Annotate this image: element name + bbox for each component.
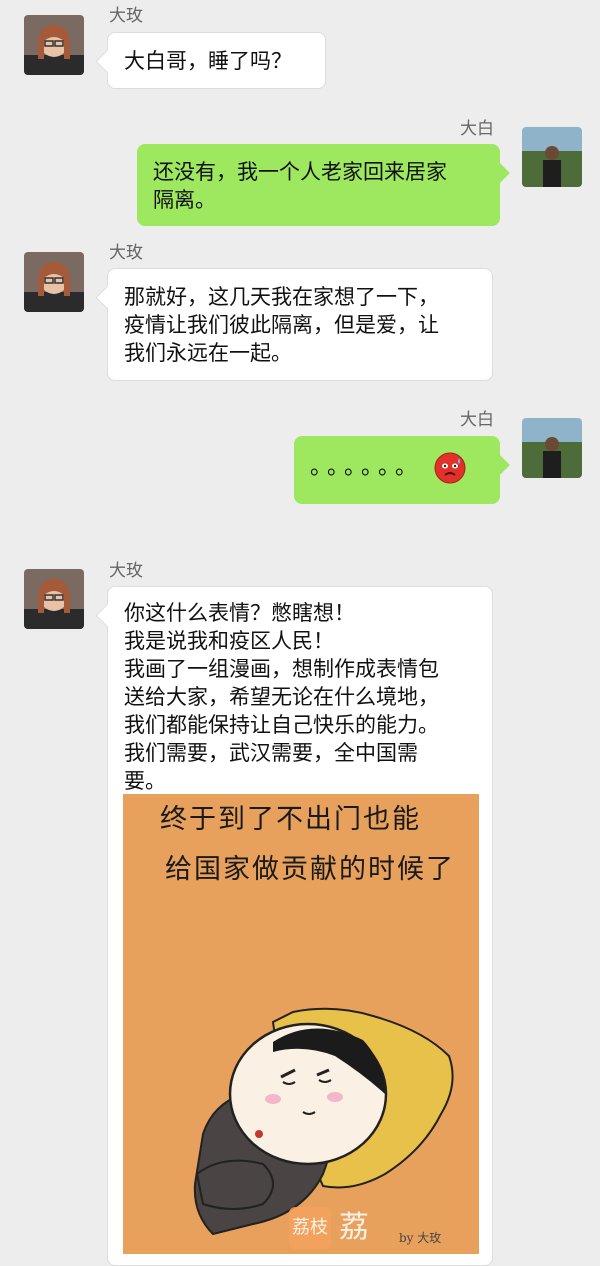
message-text: 我们需要，武汉需要，全中国需	[124, 741, 418, 765]
message-text: 我画了一组漫画，想制作成表情包	[124, 657, 439, 681]
sender-name: 大白	[460, 119, 494, 139]
message-text: 我是说我和疫区人民！	[124, 629, 334, 653]
message-bubble[interactable]: 那就好，这几天我在家想了一下， 疫情让我们彼此隔离，但是爱，让 我们永远在一起。	[107, 268, 493, 381]
sender-name: 大玫	[109, 561, 143, 581]
message-bubble[interactable]: 还没有，我一个人老家回来居家 隔离。	[137, 144, 500, 226]
watermark-badge: 荔枝	[289, 1207, 331, 1249]
message-bubble[interactable]: 。。。。。。	[294, 436, 500, 504]
message-bubble[interactable]: 大白哥，睡了吗？	[107, 32, 326, 89]
sweating-face-emoji-icon	[434, 452, 466, 484]
avatar-damei[interactable]	[24, 569, 84, 629]
sender-name: 大白	[460, 410, 494, 430]
message-text: 大白哥，睡了吗？	[124, 49, 292, 73]
sender-name: 大玫	[109, 6, 143, 26]
comic-character-illustration: by 大玫	[193, 1007, 454, 1245]
avatar-damei[interactable]	[24, 252, 84, 312]
avatar-dabai[interactable]	[522, 418, 582, 478]
message-text: 那就好，这几天我在家想了一下，	[124, 285, 439, 309]
message-text: 还没有，我一个人老家回来居家	[153, 160, 447, 184]
message-text: 隔离。	[153, 188, 216, 212]
message-text: 疫情让我们彼此隔离，但是爱，让	[124, 313, 439, 337]
watermark-text: 荔	[339, 1210, 371, 1245]
message-text: 我们都能保持让自己快乐的能力。	[124, 713, 439, 737]
message-text: 我们永远在一起。	[124, 341, 292, 365]
comic-image[interactable]: 终于到了不出门也能 给国家做贡献的时候了 by 大玫 荔枝 荔	[123, 794, 479, 1254]
avatar-dabai[interactable]	[522, 127, 582, 187]
message-text: 送给大家，希望无论在什么境地，	[124, 685, 439, 709]
sender-name: 大玫	[109, 243, 143, 263]
message-text: 。。。。。。	[310, 455, 424, 480]
message-text: 要。	[124, 769, 166, 793]
message-text: 你这什么表情？憋瞎想！	[124, 601, 355, 625]
watermark: 荔枝 荔	[289, 1202, 479, 1254]
avatar-damei[interactable]	[24, 15, 84, 75]
message-bubble[interactable]: 你这什么表情？憋瞎想！ 我是说我和疫区人民！ 我画了一组漫画，想制作成表情包 送…	[107, 586, 493, 1266]
